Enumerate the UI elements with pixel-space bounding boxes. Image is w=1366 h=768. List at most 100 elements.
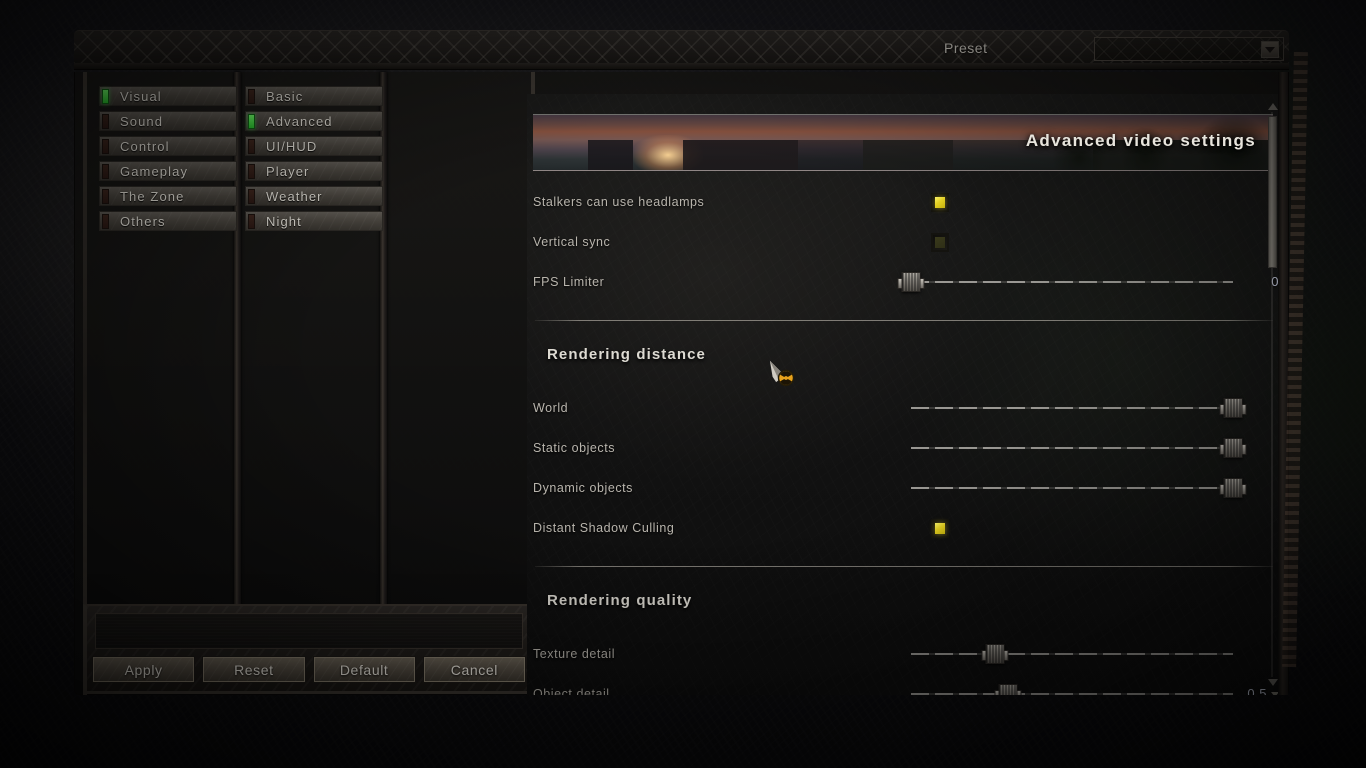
tab-label: Weather [266,188,323,204]
subtab-item-weather[interactable]: Weather [245,186,383,206]
setting-label: FPS Limiter [533,275,605,289]
sidebar-panel: Visual Sound Control Gameplay The Zone Others… [83,72,535,695]
tab-label: Player [266,163,310,179]
slider-handle[interactable] [1219,438,1247,458]
checkbox-fill-icon [935,523,945,534]
slider-track[interactable] [911,693,1233,695]
sidebar-item-others[interactable]: Others [99,211,237,231]
tab-label: Basic [266,88,304,104]
slider-track[interactable] [911,447,1233,449]
section-title: Rendering quality [547,592,693,609]
checkbox-stalkers-can-use-headlamps[interactable] [931,193,949,212]
inactive-indicator-icon [102,213,109,229]
tab-label: Sound [120,113,164,129]
page-title: Advanced video settings [1025,131,1256,150]
tab-label: Gameplay [120,163,189,179]
inactive-indicator-icon [102,138,109,154]
active-indicator-icon [102,88,109,104]
setting-label: Distant Shadow Culling [533,521,675,535]
setting-row: Distant Shadow Culling [533,518,1278,540]
setting-row: Stalkers can use headlamps [533,192,1278,214]
scrollbar-thumb[interactable] [1268,116,1277,268]
chevron-down-icon[interactable] [1261,41,1279,58]
subtab-item-night[interactable]: Night [245,211,383,231]
setting-label: World [533,401,569,415]
setting-label: Object detail [533,687,610,695]
sidebar-item-the-zone[interactable]: The Zone [99,186,237,206]
content-scrollbar[interactable] [1267,102,1278,687]
slider-object-detail[interactable] [911,684,1233,695]
setting-label: Texture detail [533,647,616,661]
slider-track[interactable] [911,487,1233,489]
slider-handle[interactable] [981,644,1009,664]
inactive-indicator-icon [248,213,255,229]
dialog-title-bar: Preset [74,30,1289,70]
inactive-indicator-icon [248,88,255,104]
checkbox-vertical-sync[interactable] [931,233,949,252]
secondary-tab-list: Basic Advanced UI/HUD Player Weather Night [245,86,383,236]
checkbox-distant-shadow-culling[interactable] [931,519,949,538]
primary-tab-list: Visual Sound Control Gameplay The Zone Others [99,86,237,236]
section-title: Rendering distance [547,346,706,363]
inactive-indicator-icon [102,113,109,129]
slider-handle[interactable] [1219,478,1247,498]
inactive-indicator-icon [102,188,109,204]
setting-label: Dynamic objects [533,481,633,495]
subtab-item-ui-hud[interactable]: UI/HUD [245,136,383,156]
default-button[interactable]: Default [312,656,416,683]
reset-button[interactable]: Reset [202,656,306,683]
slider-handle[interactable] [994,684,1022,695]
slider-static-objects[interactable] [911,438,1247,458]
setting-label: Stalkers can use headlamps [533,195,705,209]
triangle-up-icon[interactable] [1267,102,1278,111]
setting-row: Vertical sync [533,232,1278,254]
setting-row: World [533,398,1278,420]
apply-button[interactable]: Apply [91,656,196,683]
setting-row: FPS Limiter 0 [533,272,1279,294]
inactive-indicator-icon [102,163,109,179]
tab-label: Night [266,213,302,229]
section-separator [535,566,1273,567]
tab-label: Visual [120,88,162,104]
footer-button-row: Apply Reset Default Cancel [91,656,527,683]
dialog-footer: Apply Reset Default Cancel [83,604,535,694]
sidebar-item-sound[interactable]: Sound [99,111,237,131]
slider-track[interactable] [911,281,1233,283]
slider-fps-limiter[interactable] [897,272,1233,292]
setting-row: Object detail 0.5 [533,684,1279,695]
tab-label: The Zone [120,188,185,204]
subtab-item-advanced[interactable]: Advanced [245,111,383,131]
preset-label: Preset [944,40,988,56]
sidebar-item-gameplay[interactable]: Gameplay [99,161,237,181]
slider-track[interactable] [911,653,1233,655]
slider-handle[interactable] [897,272,925,292]
dialog-body: Visual Sound Control Gameplay The Zone Others… [74,72,1289,695]
tab-label: Advanced [266,113,333,129]
slider-texture-detail[interactable] [911,644,1233,664]
slider-dynamic-objects[interactable] [911,478,1247,498]
triangle-down-icon[interactable] [1267,678,1278,687]
preset-dropdown[interactable] [1094,37,1284,61]
checkbox-fill-icon [935,197,945,208]
setting-value: 0.5 [1239,686,1279,695]
slider-world[interactable] [911,398,1247,418]
setting-row: Texture detail [533,644,1278,666]
setting-row: Dynamic objects [533,478,1278,500]
setting-row: Static objects [533,438,1278,460]
active-indicator-icon [248,113,255,129]
cancel-button[interactable]: Cancel [422,656,527,683]
slider-track[interactable] [911,407,1233,409]
sidebar-item-control[interactable]: Control [99,136,237,156]
inactive-indicator-icon [248,163,255,179]
game-settings-screen: Preset Visual Sound Control Gameplay The Zon… [0,0,1366,768]
description-box [95,613,523,649]
section-separator [535,320,1273,321]
subtab-item-player[interactable]: Player [245,161,383,181]
tab-label: UI/HUD [266,138,318,154]
sidebar-item-visual[interactable]: Visual [99,86,237,106]
setting-label: Vertical sync [533,235,611,249]
subtab-item-basic[interactable]: Basic [245,86,383,106]
checkbox-fill-icon [935,237,945,248]
slider-handle[interactable] [1219,398,1247,418]
tab-label: Others [120,213,166,229]
